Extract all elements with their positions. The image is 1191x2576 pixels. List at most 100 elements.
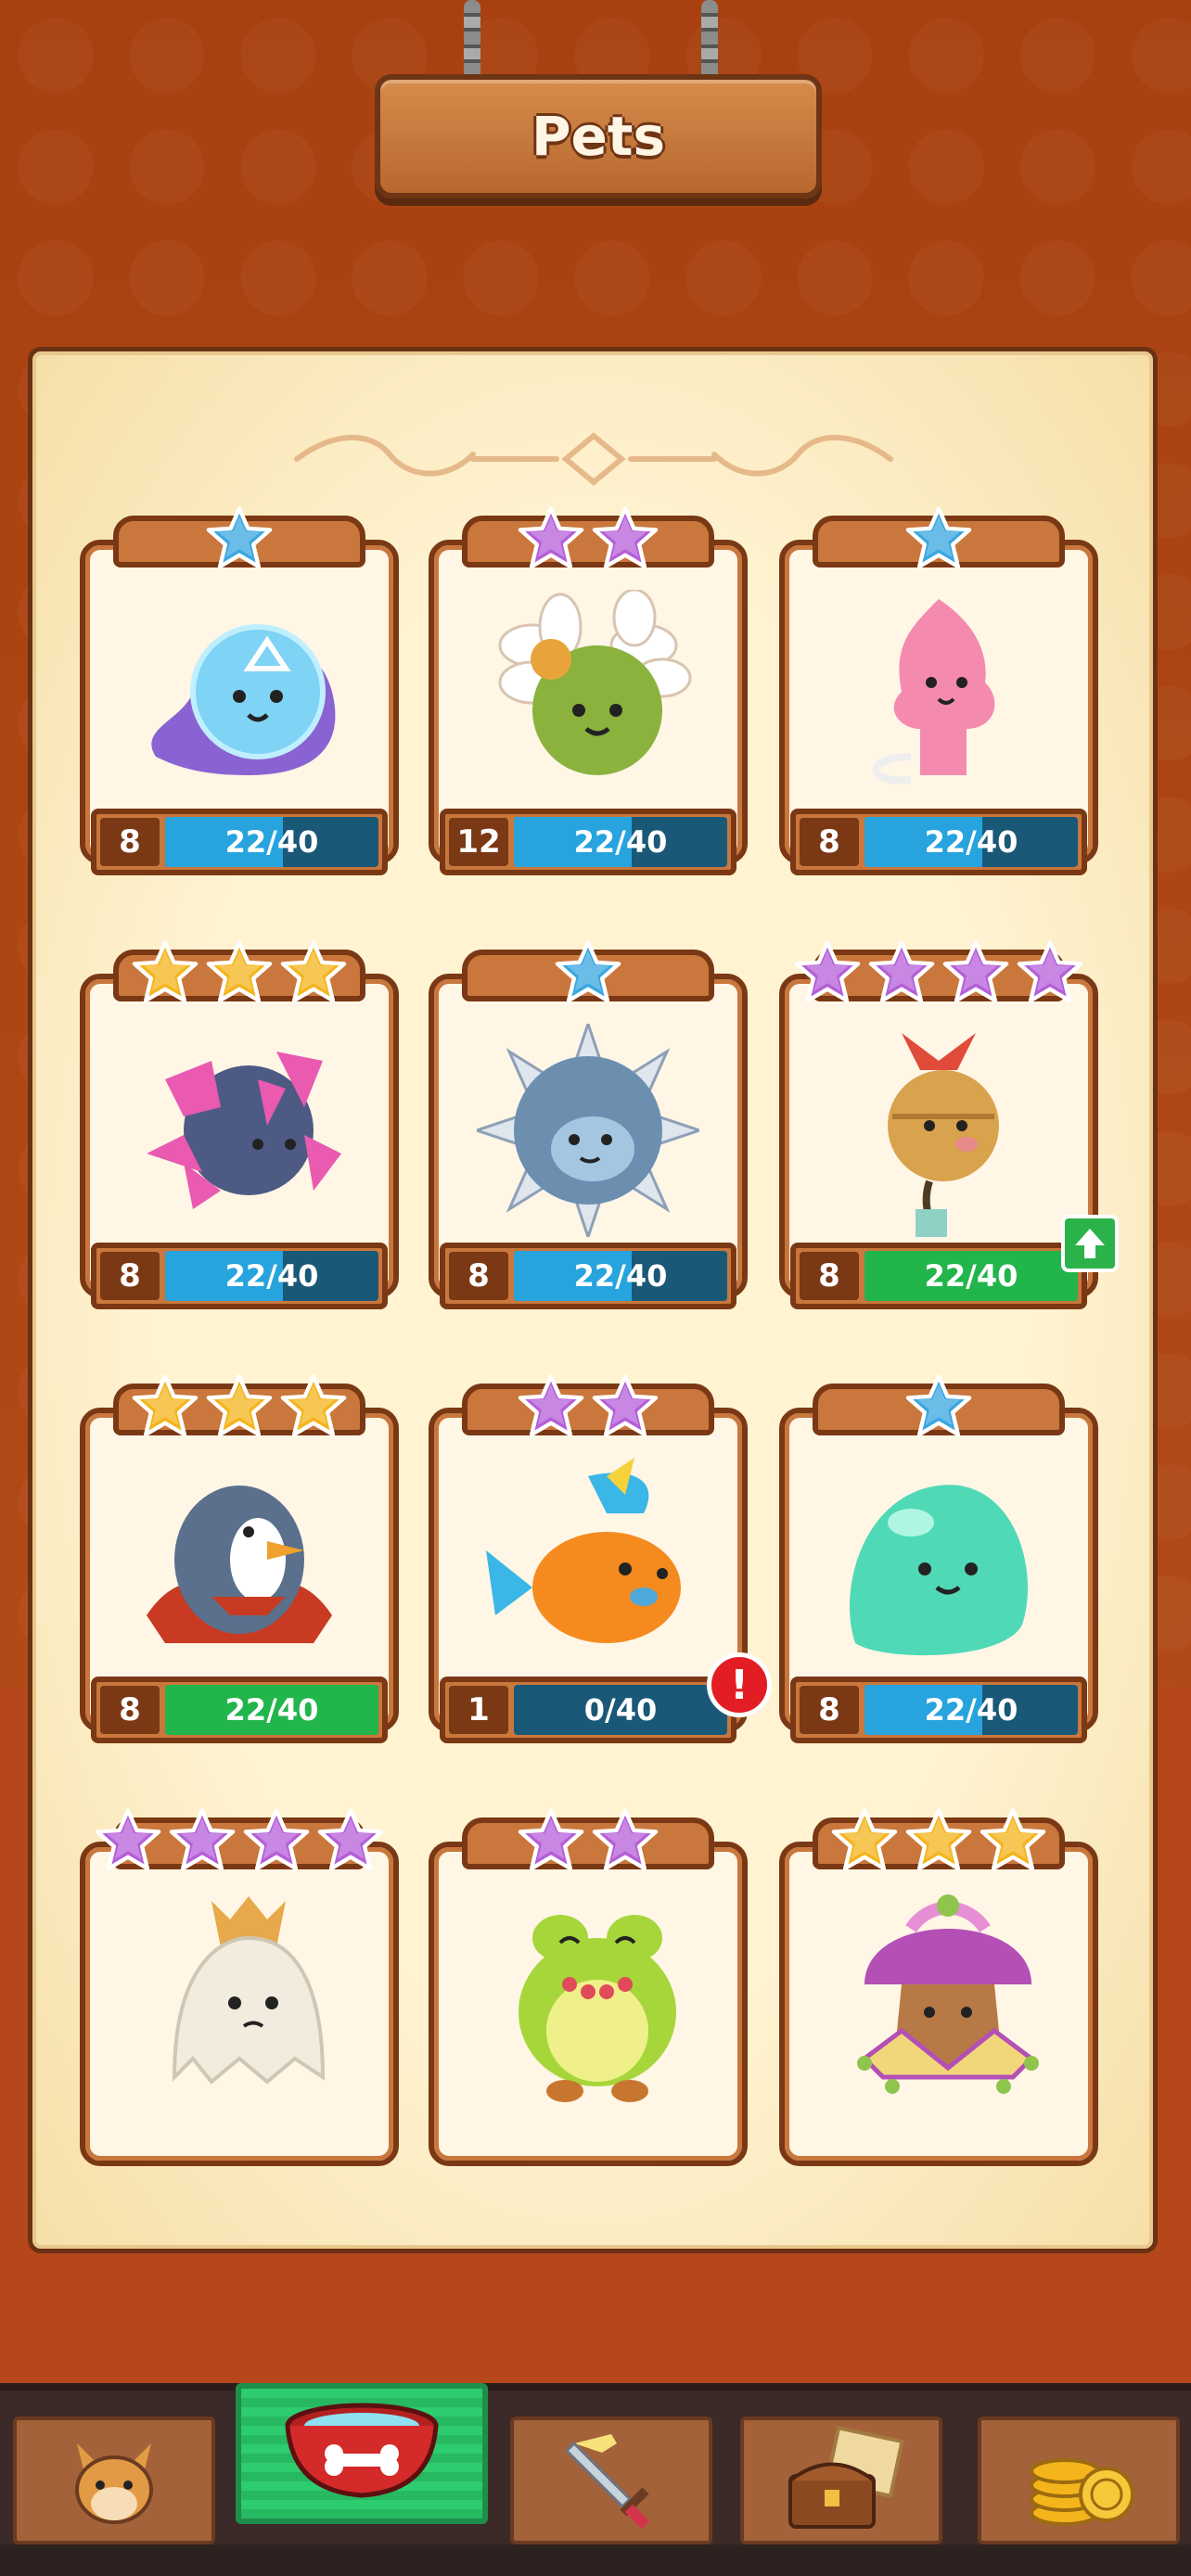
star-icon xyxy=(206,938,273,1009)
fox-hero-icon xyxy=(75,2443,153,2524)
star-icon xyxy=(280,1372,347,1443)
nav-button-gold-coins[interactable] xyxy=(978,2417,1180,2544)
star-rating xyxy=(80,1806,399,1877)
crowned-ghost-pet-icon xyxy=(172,1896,326,2085)
level-bar: 8 22/40 xyxy=(91,809,388,875)
xp-progress-bar: 22/40 xyxy=(165,1685,378,1735)
nav-top-strip xyxy=(0,2383,1191,2391)
nav-bottom-strip xyxy=(0,2544,1191,2576)
star-icon xyxy=(95,1806,161,1877)
bell-balloon-pet-icon xyxy=(888,1033,999,1237)
star-rating xyxy=(429,1806,748,1877)
jester-onion-pet-icon xyxy=(857,1894,1039,2094)
star-rating xyxy=(779,504,1098,575)
frog-necklace-pet-icon xyxy=(519,1915,676,2102)
star-icon xyxy=(280,938,347,1009)
star-rating xyxy=(80,938,399,1009)
star-rating xyxy=(429,1372,748,1443)
xp-progress-bar: 22/40 xyxy=(864,1685,1078,1735)
upgrade-arrow-icon[interactable] xyxy=(1061,1215,1119,1272)
pet-card[interactable]: 8 22/40 xyxy=(779,1374,1098,1743)
star-icon xyxy=(592,504,659,575)
star-icon xyxy=(980,1806,1046,1877)
star-icon xyxy=(206,504,273,575)
star-rating xyxy=(779,1372,1098,1443)
pet-level: 8 xyxy=(800,1252,859,1300)
level-bar: 8 22/40 xyxy=(790,1243,1087,1309)
pet-level: 8 xyxy=(100,1252,160,1300)
level-bar: 1 0/40 xyxy=(440,1677,736,1743)
nav-button-sword[interactable] xyxy=(510,2417,712,2544)
level-bar: 8 22/40 xyxy=(440,1243,736,1309)
xp-progress-bar: 22/40 xyxy=(864,1251,1078,1301)
star-icon xyxy=(905,1372,972,1443)
star-icon xyxy=(317,1806,384,1877)
xp-progress-text: 22/40 xyxy=(573,1258,668,1294)
gold-coins-icon xyxy=(1030,2458,1134,2526)
pet-level: 1 xyxy=(449,1686,508,1734)
nav-button-treasure-chest-map[interactable] xyxy=(740,2417,942,2544)
pet-level: 8 xyxy=(100,818,160,866)
xp-progress-text: 22/40 xyxy=(573,824,668,860)
page-title: Pets xyxy=(531,105,666,168)
pet-level: 12 xyxy=(449,818,508,866)
xp-progress-text: 22/40 xyxy=(924,1258,1018,1294)
xp-progress-text: 0/40 xyxy=(583,1692,658,1728)
xp-progress-bar: 22/40 xyxy=(514,817,727,867)
xp-progress-bar: 0/40 xyxy=(514,1685,727,1735)
star-rating xyxy=(429,504,748,575)
pet-card[interactable]: 1 0/40 ! xyxy=(429,1374,772,1743)
star-icon xyxy=(132,938,198,1009)
star-icon xyxy=(942,938,1009,1009)
pet-card[interactable] xyxy=(80,1808,399,2166)
star-icon xyxy=(518,504,584,575)
pet-card[interactable]: 8 22/40 xyxy=(80,1374,399,1743)
star-rating xyxy=(779,1806,1098,1877)
star-icon xyxy=(555,938,621,1009)
xp-progress-bar: 22/40 xyxy=(514,1251,727,1301)
star-icon xyxy=(794,938,861,1009)
sword-icon xyxy=(564,2434,650,2530)
star-icon xyxy=(169,1806,236,1877)
alert-badge-icon: ! xyxy=(707,1652,772,1717)
treasure-chest-map-icon xyxy=(788,2426,904,2529)
orange-fish-pet-icon xyxy=(486,1458,681,1643)
pet-card[interactable]: 8 22/40 xyxy=(80,940,399,1309)
xp-progress-bar: 22/40 xyxy=(165,1251,378,1301)
star-icon xyxy=(206,1372,273,1443)
xp-progress-bar: 22/40 xyxy=(165,817,378,867)
level-bar: 12 22/40 xyxy=(440,809,736,875)
pink-sprite-pet-icon xyxy=(872,599,995,784)
star-icon xyxy=(592,1806,659,1877)
star-rating xyxy=(80,504,399,575)
xp-progress-text: 22/40 xyxy=(224,1692,319,1728)
pet-card[interactable]: 8 22/40 xyxy=(429,940,748,1309)
spiky-mine-pet-icon xyxy=(477,1024,699,1237)
pet-card[interactable] xyxy=(779,1808,1098,2166)
level-bar: 8 22/40 xyxy=(790,809,1087,875)
daisy-bud-pet-icon xyxy=(498,590,692,775)
star-rating xyxy=(80,1372,399,1443)
nav-button-fox-hero[interactable] xyxy=(13,2417,215,2544)
star-icon xyxy=(518,1372,584,1443)
level-bar: 8 22/40 xyxy=(91,1677,388,1743)
xp-progress-text: 22/40 xyxy=(924,824,1018,860)
crystal-ball-pet-icon xyxy=(147,1052,341,1209)
pet-level: 8 xyxy=(100,1686,160,1734)
header-sign: Pets xyxy=(375,74,822,198)
pet-card[interactable]: 8 22/40 xyxy=(779,506,1098,875)
pet-card[interactable]: 8 22/40 xyxy=(80,506,399,875)
pet-card[interactable]: 12 22/40 xyxy=(429,506,748,875)
pet-level: 8 xyxy=(800,1686,859,1734)
star-rating xyxy=(429,938,748,1009)
pet-card[interactable] xyxy=(429,1808,748,2166)
bottom-nav xyxy=(0,2383,1191,2576)
star-icon xyxy=(132,1372,198,1443)
galaxy-blob-pet-icon xyxy=(151,624,336,775)
nav-button-pet-bowl[interactable] xyxy=(236,2383,488,2524)
pet-level: 8 xyxy=(800,818,859,866)
pet-card[interactable]: 8 22/40 xyxy=(779,940,1119,1309)
star-icon xyxy=(905,504,972,575)
star-rating xyxy=(779,938,1098,1009)
star-icon xyxy=(592,1372,659,1443)
